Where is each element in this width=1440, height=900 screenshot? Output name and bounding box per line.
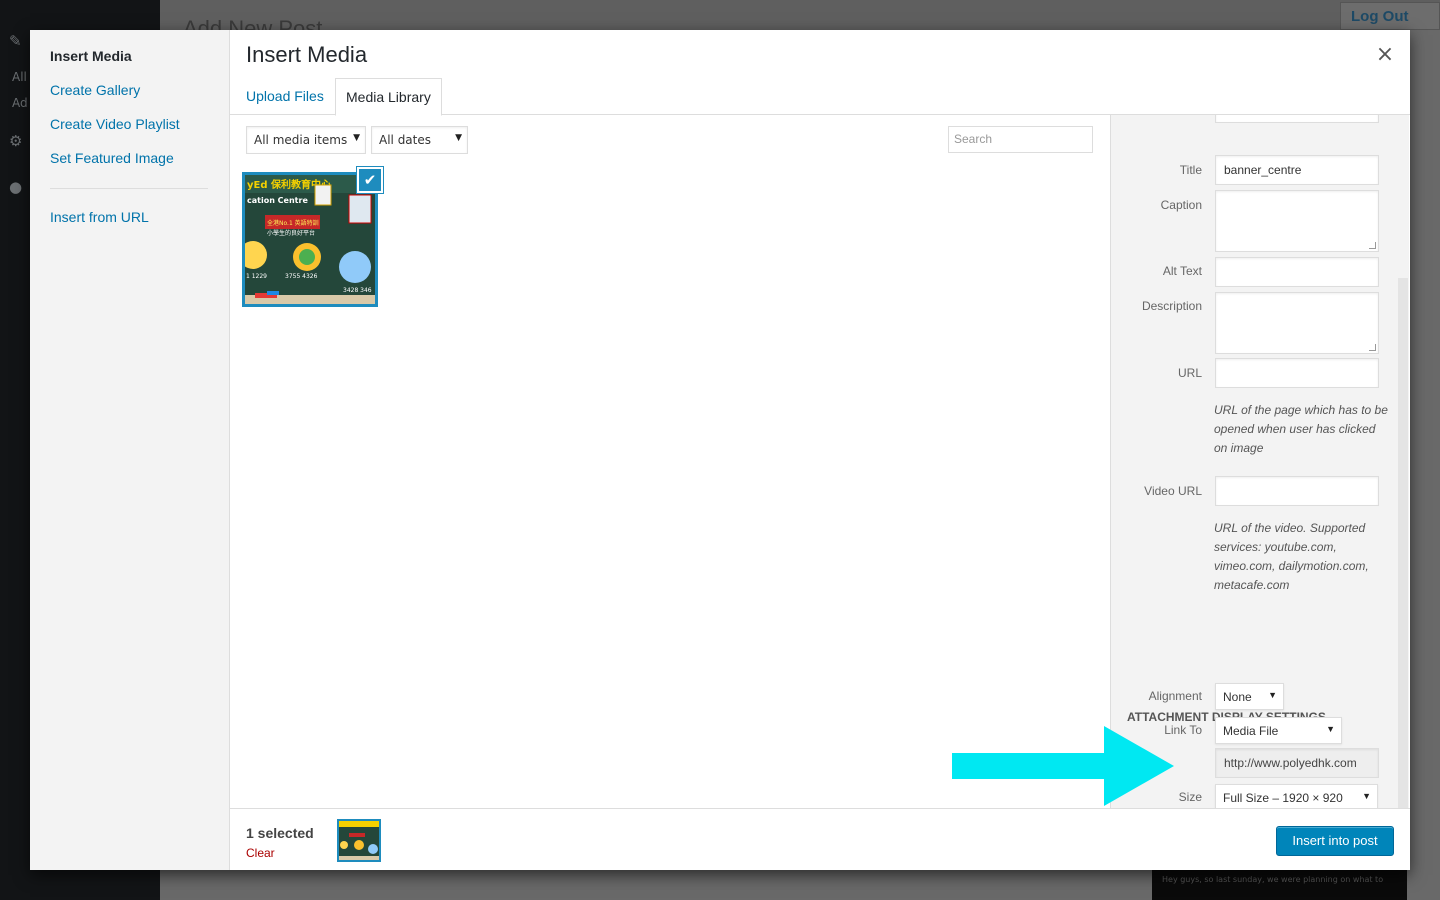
router-tabs: Upload Files Media Library bbox=[230, 78, 1410, 116]
admin-sidebar-text: Ad bbox=[12, 96, 28, 110]
plugin-icon: ⚙ bbox=[9, 132, 23, 150]
menu-item-create-gallery[interactable]: Create Gallery bbox=[50, 82, 140, 98]
banner-text: 全港No.1 英語特訓 bbox=[267, 219, 319, 227]
link-url-field[interactable]: http://www.polyedhk.com bbox=[1215, 748, 1379, 778]
banner-image: yEd 保利教育中心 cation Centre 全港No.1 英語特訓 小學生… bbox=[245, 175, 375, 304]
pin-icon: ✎ bbox=[9, 32, 22, 50]
alignment-select[interactable]: None ▼ bbox=[1215, 683, 1284, 710]
video-url-field[interactable] bbox=[1215, 476, 1379, 506]
search-input[interactable]: Search bbox=[948, 126, 1093, 153]
description-label: Description bbox=[1141, 299, 1202, 313]
title-field[interactable]: banner_centre bbox=[1215, 155, 1379, 185]
media-type-value: All media items bbox=[254, 133, 348, 147]
alignment-label: Alignment bbox=[1148, 689, 1202, 703]
date-filter[interactable]: All dates ▼ bbox=[371, 126, 468, 154]
alt-text-field[interactable] bbox=[1215, 257, 1379, 287]
alignment-value: None bbox=[1223, 690, 1252, 704]
link-to-value: Media File bbox=[1223, 724, 1279, 738]
selection-thumbnail[interactable] bbox=[337, 819, 381, 862]
media-menu: Insert Media Create Gallery Create Video… bbox=[30, 30, 230, 870]
caret-down-icon: ▼ bbox=[455, 133, 462, 143]
caret-down-icon: ▼ bbox=[1326, 724, 1335, 734]
url-field[interactable] bbox=[1215, 358, 1379, 388]
menu-item-insert-media[interactable]: Insert Media bbox=[50, 48, 132, 64]
attachment-details: Title banner_centre Caption Alt Text Des… bbox=[1110, 115, 1409, 808]
selection-count: 1 selected bbox=[246, 825, 314, 841]
url-help-text: URL of the page which has to be opened w… bbox=[1214, 403, 1388, 455]
tab-media-library[interactable]: Media Library bbox=[335, 78, 442, 116]
media-modal: Insert Media Create Gallery Create Video… bbox=[30, 30, 1410, 870]
caption-field[interactable] bbox=[1215, 190, 1379, 252]
banner-text: 1 1229 bbox=[246, 273, 267, 280]
admin-sidebar-text: All bbox=[12, 70, 27, 84]
banner-text: 小學生的良好平台 bbox=[267, 229, 315, 237]
logout-button[interactable]: Log Out bbox=[1340, 2, 1440, 30]
frame-title: Insert Media bbox=[246, 42, 368, 67]
caret-down-icon: ▼ bbox=[353, 133, 360, 143]
date-filter-value: All dates bbox=[379, 133, 432, 147]
banner-text: 3755 4326 bbox=[285, 273, 318, 280]
tab-upload-files[interactable]: Upload Files bbox=[236, 78, 334, 115]
menu-item-set-featured-image[interactable]: Set Featured Image bbox=[50, 150, 174, 166]
caption-label: Caption bbox=[1160, 198, 1202, 212]
details-scrollbar[interactable] bbox=[1398, 278, 1408, 808]
banner-mini-image bbox=[339, 821, 379, 860]
title-label: Title bbox=[1179, 163, 1202, 177]
clear-selection-link[interactable]: Clear bbox=[246, 846, 275, 860]
banner-text: 3428 346 bbox=[343, 287, 372, 294]
menu-separator bbox=[50, 188, 208, 189]
close-icon: × bbox=[1375, 42, 1395, 67]
caret-down-icon: ▼ bbox=[1362, 791, 1371, 801]
background-strip: Hey guys, so last sunday, we were planni… bbox=[1152, 870, 1407, 900]
link-to-select[interactable]: Media File ▼ bbox=[1215, 717, 1342, 744]
close-button[interactable]: × bbox=[1370, 42, 1400, 72]
menu-item-insert-from-url[interactable]: Insert from URL bbox=[50, 209, 149, 225]
scrolled-field[interactable] bbox=[1215, 115, 1379, 123]
alt-text-label: Alt Text bbox=[1162, 264, 1202, 278]
size-select[interactable]: Full Size – 1920 × 920 ▼ bbox=[1215, 784, 1378, 808]
video-url-label: Video URL bbox=[1144, 484, 1202, 498]
selected-check-icon[interactable]: ✔ bbox=[357, 167, 383, 193]
bottom-toolbar: 1 selected Clear Insert into post bbox=[230, 808, 1410, 870]
caret-down-icon: ▼ bbox=[1268, 690, 1277, 700]
size-value: Full Size – 1920 × 920 bbox=[1223, 791, 1343, 805]
resize-handle-icon[interactable] bbox=[1369, 344, 1376, 351]
menu-item-create-video-playlist[interactable]: Create Video Playlist bbox=[50, 116, 180, 132]
video-help-text: URL of the video. Supported services: yo… bbox=[1214, 521, 1369, 592]
annotation-arrow-icon bbox=[952, 726, 1174, 806]
resize-handle-icon[interactable] bbox=[1369, 242, 1376, 249]
description-field[interactable] bbox=[1215, 292, 1379, 354]
url-label: URL bbox=[1177, 366, 1202, 380]
banner-text: cation Centre bbox=[247, 196, 308, 205]
size-label: Size bbox=[1178, 790, 1202, 804]
insert-into-post-button[interactable]: Insert into post bbox=[1276, 826, 1394, 856]
user-icon: ● bbox=[9, 178, 23, 196]
media-type-filter[interactable]: All media items ▼ bbox=[246, 126, 366, 154]
